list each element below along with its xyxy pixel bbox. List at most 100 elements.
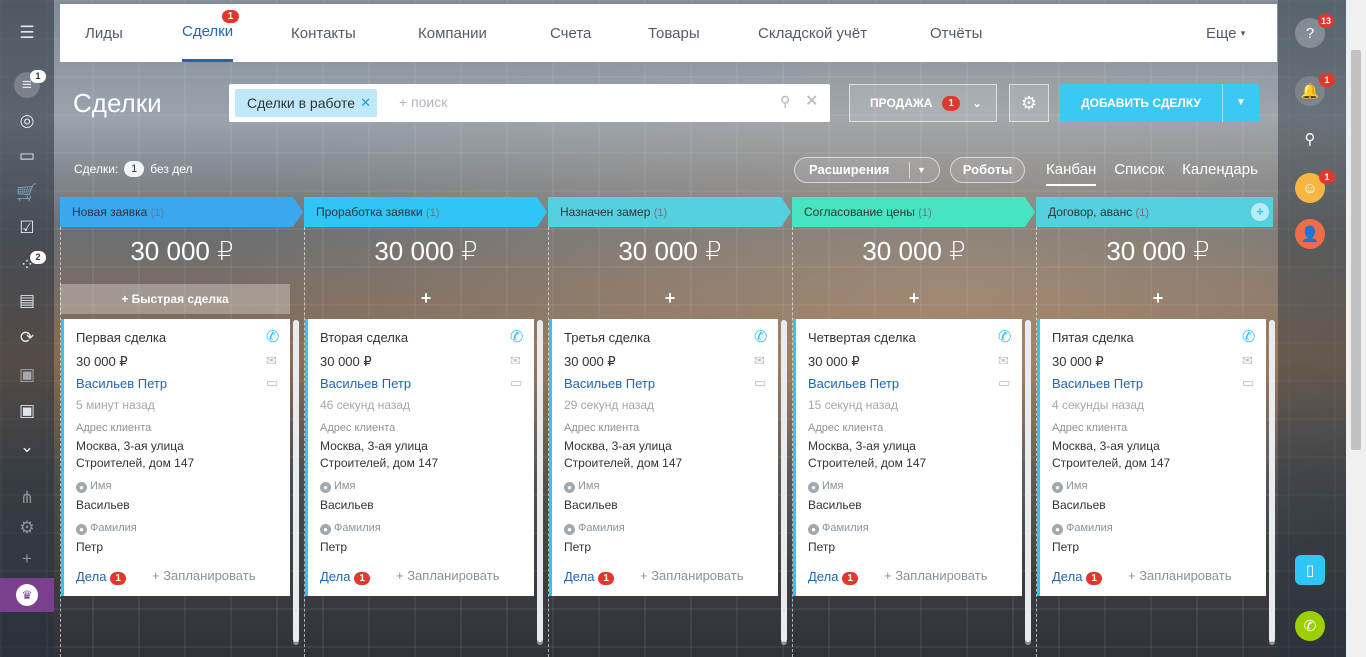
column-scrollbar-thumb[interactable] [1269, 320, 1275, 642]
add-deal-plus[interactable]: + [792, 288, 1036, 309]
activities-link[interactable]: Дела 1 [320, 569, 370, 585]
column-scrollbar-thumb[interactable] [781, 320, 787, 642]
deal-title[interactable]: Третья сделка [564, 330, 650, 345]
page-scrollbar[interactable] [1346, 0, 1366, 657]
plan-activity-link[interactable]: + Запланировать [1128, 568, 1231, 583]
deal-card[interactable]: Четвертая сделка 30 000 ₽ Васильев Петр 15 … [793, 319, 1022, 596]
mail-icon[interactable]: ✉ [1242, 353, 1253, 369]
stage-header[interactable]: Договор, аванс (1) [1036, 197, 1273, 227]
contact-card-icon[interactable]: ▤ [14, 288, 40, 314]
plan-activity-link[interactable]: + Запланировать [396, 568, 499, 583]
phone-icon[interactable]: ✆ [754, 327, 767, 347]
comment-icon[interactable]: ▭ [266, 375, 278, 391]
activities-link[interactable]: Дела 1 [76, 569, 126, 585]
package-icon[interactable]: ▣ [14, 398, 40, 424]
menu-icon[interactable]: ☰ [14, 20, 40, 46]
stage-header[interactable]: Согласование цены (1) [792, 197, 1035, 227]
pipeline-select[interactable]: ПРОДАЖА 1 ⌄ [849, 84, 997, 122]
stage-header[interactable]: Назначен замер (1) [548, 197, 791, 227]
cart-icon[interactable]: 🛒 [14, 180, 40, 206]
tab-0[interactable]: Лиды [85, 4, 123, 62]
upgrade-button[interactable]: ♛ [0, 578, 54, 612]
column-scrollbar[interactable] [537, 320, 543, 645]
comment-icon[interactable]: ▭ [998, 375, 1010, 391]
view-kanban[interactable]: Канбан [1046, 161, 1097, 186]
add-deal-button[interactable]: ДОБАВИТЬ СДЕЛКУ ▼ [1060, 84, 1259, 122]
comment-icon[interactable]: ▭ [754, 375, 766, 391]
activities-link[interactable]: Дела 1 [808, 569, 858, 585]
view-list[interactable]: Список [1114, 161, 1164, 186]
more-tab[interactable]: Еще ▾ [1206, 4, 1245, 62]
deal-title[interactable]: Четвертая сделка [808, 330, 916, 345]
window-icon[interactable]: ▭ [14, 143, 40, 169]
add-deal-plus[interactable]: + [548, 288, 792, 309]
target-icon[interactable]: ◎ [14, 108, 40, 134]
column-scrollbar-thumb[interactable] [1025, 320, 1031, 642]
column-scrollbar[interactable] [293, 320, 299, 645]
search-icon[interactable]: ⚲ [780, 93, 790, 110]
deal-card[interactable]: Первая сделка 30 000 ₽ Васильев Петр 5 мину… [61, 319, 290, 596]
deal-title[interactable]: Первая сделка [76, 330, 166, 345]
caret-down-icon[interactable]: ▼ [1222, 84, 1259, 122]
add-deal-plus[interactable]: + [1036, 288, 1280, 309]
task-check-icon[interactable]: ☑ [14, 215, 40, 241]
deal-card[interactable]: Пятая сделка 30 000 ₽ Васильев Петр 4 секун… [1037, 319, 1266, 596]
deal-title[interactable]: Вторая сделка [320, 330, 408, 345]
plus-icon[interactable]: + [14, 546, 40, 572]
clear-icon[interactable]: ✕ [805, 91, 818, 111]
tab-2[interactable]: Контакты [291, 4, 356, 62]
filter-search-box[interactable]: Сделки в работе ✕ + поиск ⚲ ✕ [229, 84, 830, 122]
filter-chip[interactable]: Сделки в работе ✕ [235, 89, 378, 117]
phone-icon[interactable]: ✆ [998, 327, 1011, 347]
deal-card[interactable]: Третья сделка 30 000 ₽ Васильев Петр 29 сек… [549, 319, 778, 596]
deal-card[interactable]: Вторая сделка 30 000 ₽ Васильев Петр 46 сек… [305, 319, 534, 596]
tab-4[interactable]: Счета [550, 4, 591, 62]
phone-icon[interactable]: ✆ [266, 327, 279, 347]
plan-activity-link[interactable]: + Запланировать [884, 568, 987, 583]
chevron-down-circle-icon[interactable]: ⌄ [14, 434, 40, 460]
sync-icon[interactable]: ⟳ [14, 325, 40, 351]
comment-icon[interactable]: ▭ [510, 375, 522, 391]
column-scrollbar[interactable] [781, 320, 787, 645]
counter-value[interactable]: 1 [124, 161, 145, 177]
tab-3[interactable]: Компании [418, 4, 487, 62]
extensions-button[interactable]: Расширения ▼ [794, 157, 940, 183]
deal-client-link[interactable]: Васильев Петр [1052, 376, 1143, 391]
gear-icon[interactable]: ⚙ [14, 515, 40, 541]
settings-button[interactable]: ⚙ [1009, 84, 1049, 122]
column-scrollbar[interactable] [1269, 320, 1275, 645]
mail-icon[interactable]: ✉ [998, 353, 1009, 369]
add-deal-plus[interactable]: + [304, 288, 548, 309]
activities-link[interactable]: Дела 1 [1052, 569, 1102, 585]
quick-deal-button[interactable]: + Быстрая сделка [60, 284, 290, 314]
column-scrollbar-thumb[interactable] [293, 320, 299, 642]
user-icon[interactable]: 👤 [1295, 219, 1325, 249]
phone-icon[interactable]: ✆ [1242, 327, 1255, 347]
search-input[interactable]: + поиск [399, 94, 447, 110]
tab-1[interactable]: Сделки 1 [182, 4, 240, 62]
tab-7[interactable]: Отчёты [930, 4, 982, 62]
column-scrollbar-thumb[interactable] [537, 320, 543, 642]
plan-activity-link[interactable]: + Запланировать [152, 568, 255, 583]
add-stage-icon[interactable]: + [1251, 203, 1269, 221]
scrollbar-thumb[interactable] [1351, 50, 1361, 450]
stage-header[interactable]: Новая заявка (1) [60, 197, 303, 227]
phone-call-icon[interactable]: ✆ [1295, 611, 1325, 641]
tab-5[interactable]: Товары [648, 4, 700, 62]
tab-6[interactable]: Складской учёт [758, 4, 867, 62]
box-icon[interactable]: ▣ [14, 362, 40, 388]
deal-title[interactable]: Пятая сделка [1052, 330, 1134, 345]
mail-icon[interactable]: ✉ [266, 353, 277, 369]
deal-client-link[interactable]: Васильев Петр [320, 376, 411, 391]
column-scrollbar[interactable] [1025, 320, 1031, 645]
mobile-app-icon[interactable]: ▯ [1295, 555, 1325, 585]
structure-icon[interactable]: ⋔ [14, 485, 40, 511]
robots-button[interactable]: Роботы [950, 157, 1025, 183]
activities-link[interactable]: Дела 1 [564, 569, 614, 585]
view-calendar[interactable]: Календарь [1182, 161, 1258, 186]
deal-client-link[interactable]: Васильев Петр [808, 376, 899, 391]
close-icon[interactable]: ✕ [360, 89, 371, 117]
plan-activity-link[interactable]: + Запланировать [640, 568, 743, 583]
comment-icon[interactable]: ▭ [1242, 375, 1254, 391]
mail-icon[interactable]: ✉ [754, 353, 765, 369]
